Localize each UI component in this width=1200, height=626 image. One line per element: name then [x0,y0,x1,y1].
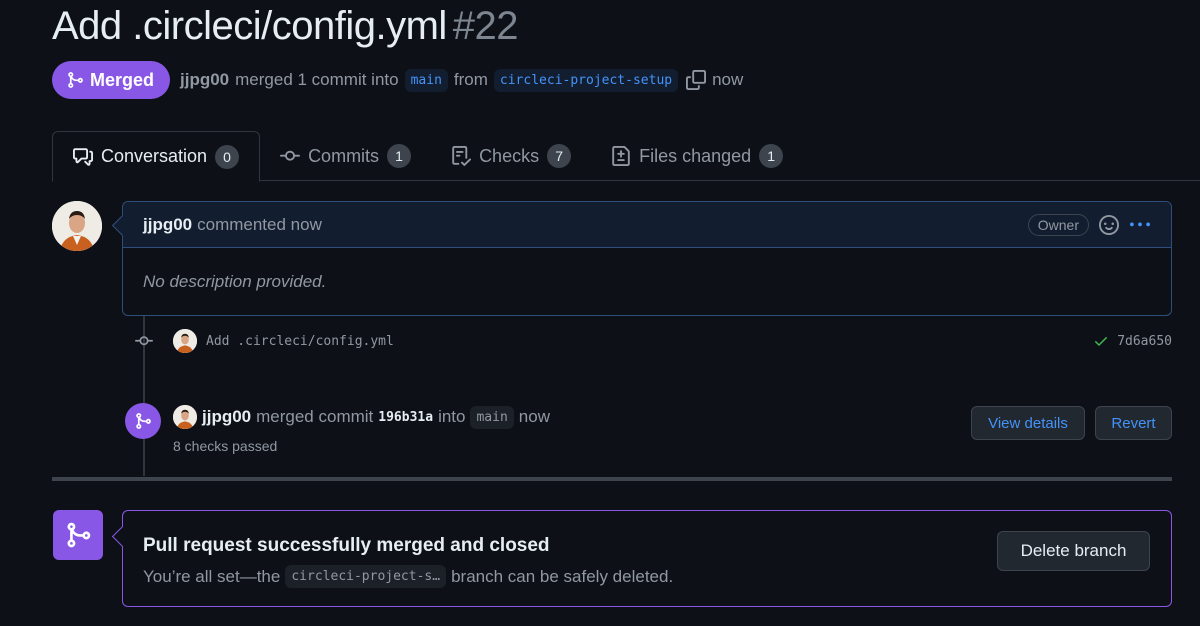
owner-badge: Owner [1027,213,1089,236]
kebab-horizontal-icon[interactable] [1129,215,1151,235]
pr-description-comment: jjpg00 commented now Owner No descriptio… [122,201,1172,316]
commit-status: 7d6a650 [1093,333,1172,349]
merged-status-description: You’re all set—the circleci-project-s… b… [143,565,673,588]
head-branch[interactable]: circleci-project-setup [493,68,679,92]
git-commit-icon [280,150,301,161]
comment-author[interactable]: jjpg00 [143,215,192,235]
merged-status-box: Pull request successfully merged and clo… [122,510,1172,607]
pr-number: #22 [452,4,519,48]
avatar[interactable] [52,201,102,251]
merge-author[interactable]: jjpg00 [202,407,251,427]
comment-action: commented now [197,214,322,234]
delete-branch-button[interactable]: Delete branch [997,531,1150,571]
git-merge-icon [68,72,83,88]
merge-event-text: jjpg00 merged commit 196b31a into main n… [173,405,550,429]
comment-body: No description provided. [143,272,327,291]
commit-message-link[interactable]: Add .circleci/config.yml [206,334,394,349]
from-text: from [453,70,488,89]
merge-action: merged commit [256,407,374,426]
comment-header-actions: Owner [1027,213,1151,236]
checks-passed[interactable]: 8 checks passed [173,438,277,454]
comment-header: jjpg00 commented now Owner [123,202,1171,248]
merged-text: merged 1 commit into [235,70,399,89]
git-merge-icon [136,413,151,429]
merge-commit-sha[interactable]: 196b31a [378,410,433,425]
merge-target-branch[interactable]: main [470,405,514,429]
merge-event-badge [125,403,161,439]
tab-counter: 1 [759,144,784,168]
tab-label: Files changed [639,145,752,166]
comment-discussion-icon [73,147,93,166]
smiley-icon[interactable] [1099,214,1119,235]
tab-checks[interactable]: Checks 7 [431,131,591,181]
author-link[interactable]: jjpg00 [180,70,229,90]
tab-counter: 0 [215,144,240,169]
revert-button[interactable]: Revert [1095,406,1172,440]
pr-title: Add .circleci/config.yml #22 [52,4,519,49]
state-label: Merged [90,69,155,90]
merge-event-time: now [518,407,550,426]
commit-item: Add .circleci/config.yml 7d6a650 [122,326,1172,356]
merge-summary: jjpg00 merged 1 commit into main from ci… [180,68,744,92]
tab-conversation[interactable]: Conversation 0 [52,131,261,182]
checklist-icon [452,146,472,166]
merge-time: now [712,70,744,89]
avatar[interactable] [173,329,197,353]
tab-label: Checks [479,145,540,166]
check-icon[interactable] [1093,333,1109,349]
merged-desc-prefix: You’re all set—the [143,566,281,586]
merge-event: jjpg00 merged commit 196b31a into main n… [125,403,1172,463]
merged-status-icon [53,510,103,560]
copy-icon[interactable] [686,70,707,90]
tab-files-changed[interactable]: Files changed 1 [591,131,803,181]
merged-head-branch[interactable]: circleci-project-s… [285,565,447,588]
merge-into: into [438,407,466,426]
merged-status-title: Pull request successfully merged and clo… [143,535,550,556]
pr-tabs: Conversation 0 Commits 1 Checks 7 Files … [52,131,1200,182]
tab-label: Conversation [101,146,208,166]
merged-state-badge: Merged [52,61,171,99]
avatar[interactable] [173,405,197,429]
file-diff-icon [612,146,630,166]
view-details-button[interactable]: View details [971,406,1085,440]
pr-title-text: Add .circleci/config.yml [52,4,447,48]
commit-sha-link[interactable]: 7d6a650 [1117,334,1172,349]
tab-counter: 1 [387,144,412,168]
merged-desc-suffix: branch can be safely deleted. [451,566,674,586]
timeline-divider [52,477,1172,481]
commit-node [122,332,166,350]
base-branch[interactable]: main [404,68,448,92]
pr-meta: Merged jjpg00 merged 1 commit into main … [52,60,743,100]
tab-counter: 7 [547,144,572,168]
git-commit-icon [135,336,153,346]
tab-label: Commits [308,145,380,166]
git-merge-icon [67,522,91,548]
tab-commits[interactable]: Commits 1 [260,131,431,181]
